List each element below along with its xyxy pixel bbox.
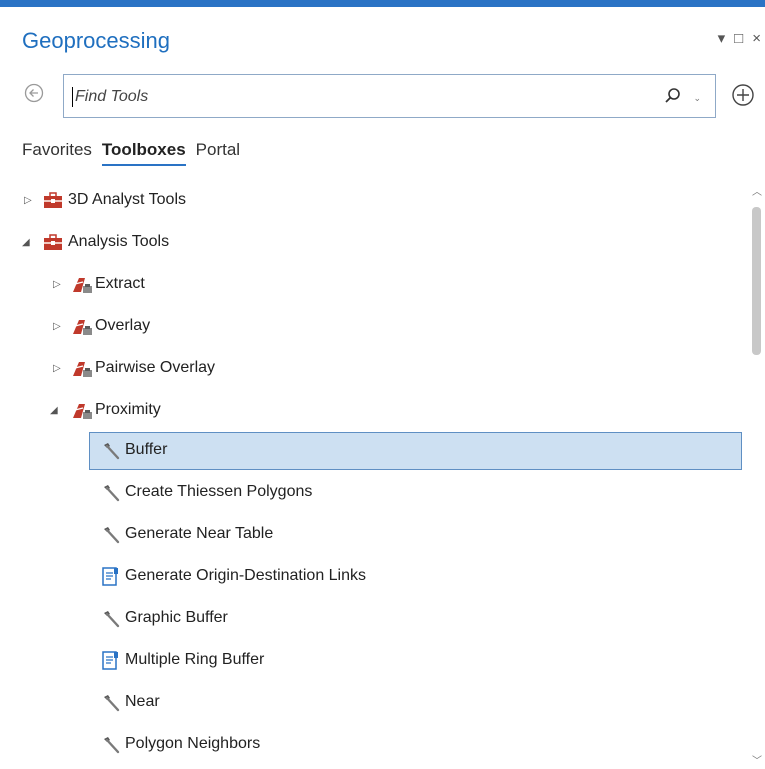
tree-item-extract[interactable]: ▷ Extract [0,266,748,304]
tab-toolboxes[interactable]: Toolboxes [101,140,186,166]
close-icon[interactable]: × [752,30,761,47]
tab-favorites[interactable]: Favorites [22,140,92,166]
tree-item-label: Extract [95,275,145,292]
expand-arrow-icon[interactable]: ▷ [53,321,61,332]
script-icon [102,651,118,670]
tree-item-label: Generate Near Table [125,525,274,542]
panel-top-accent [0,0,765,7]
tree-item-multiple-ring-buffer[interactable]: Multiple Ring Buffer [0,642,748,680]
tree-item-label: Overlay [95,317,151,334]
tree-item-label: Analysis Tools [68,233,170,250]
selection-highlight [89,432,742,470]
tree-item-generate-near-table[interactable]: Generate Near Table [0,516,748,554]
tree-item-3d-analyst-tools[interactable]: ▷ 3D Analyst Tools [0,182,748,220]
panel-title: Geoprocessing [22,28,170,53]
expand-arrow-icon[interactable]: ▷ [53,363,61,374]
hammer-icon [104,695,120,712]
tree-item-buffer[interactable]: Buffer [0,432,748,470]
expand-arrow-icon[interactable]: ▷ [24,195,32,206]
tree-item-proximity[interactable]: ◢ Proximity [0,392,748,430]
tree-item-polygon-neighbors[interactable]: Polygon Neighbors [0,726,748,764]
tree-item-label: 3D Analyst Tools [68,191,186,208]
hammer-icon [104,443,120,460]
add-icon[interactable] [731,83,755,107]
tree-item-create-thiessen-polygons[interactable]: Create Thiessen Polygons [0,474,748,512]
search-options-dropdown-icon[interactable]: ⌄ [693,93,701,104]
toolset-icon [73,278,92,293]
hammer-icon [104,485,120,502]
tree-item-graphic-buffer[interactable]: Graphic Buffer [0,600,748,638]
search-icon[interactable] [663,86,683,106]
tree-item-label: Proximity [95,401,161,418]
toolbox-icon [44,234,62,250]
hammer-icon [104,737,120,754]
tree-item-label: Graphic Buffer [125,609,228,626]
tree-item-label: Buffer [125,441,168,458]
tree-item-generate-origin-destination-links[interactable]: Generate Origin-Destination Links [0,558,748,596]
panel-header: Geoprocessing ▾ □ × [0,7,765,71]
maximize-icon[interactable]: □ [734,30,743,47]
tree-item-label: Pairwise Overlay [95,359,216,376]
script-icon [102,567,118,586]
tree-item-overlay[interactable]: ▷ Overlay [0,308,748,346]
search-input[interactable] [73,84,637,110]
toolset-icon [73,320,92,335]
pin-dropdown-icon[interactable]: ▾ [718,29,726,47]
scroll-down-arrow-icon[interactable]: ﹀ [752,752,762,767]
tree-item-pairwise-overlay[interactable]: ▷ Pairwise Overlay [0,350,748,388]
toolset-icon [73,404,92,419]
tree-item-near[interactable]: Near [0,684,748,722]
collapse-arrow-icon[interactable]: ◢ [50,405,58,416]
expand-arrow-icon[interactable]: ▷ [53,279,61,290]
collapse-arrow-icon[interactable]: ◢ [22,237,30,248]
scrollbar-thumb[interactable] [752,207,761,355]
hammer-icon [104,611,120,628]
tab-portal[interactable]: Portal [196,140,240,166]
hammer-icon [104,527,120,544]
scroll-up-arrow-icon[interactable]: ︿ [752,183,762,198]
toolset-icon [73,362,92,377]
back-arrow-icon[interactable] [24,83,44,103]
tree-item-label: Polygon Neighbors [125,735,261,752]
tree-item-analysis-tools[interactable]: ◢ Analysis Tools [0,224,748,262]
tree-item-label: Multiple Ring Buffer [125,651,265,668]
tree-item-label: Generate Origin-Destination Links [125,567,367,584]
window-controls: ▾ □ × [718,29,761,48]
toolbox-icon [44,192,62,208]
tree-item-label: Create Thiessen Polygons [125,483,313,500]
find-tools-search-box[interactable]: ⌄ [63,74,716,118]
view-tabs: Favorites Toolboxes Portal [22,140,250,166]
tree-item-label: Near [125,693,160,710]
